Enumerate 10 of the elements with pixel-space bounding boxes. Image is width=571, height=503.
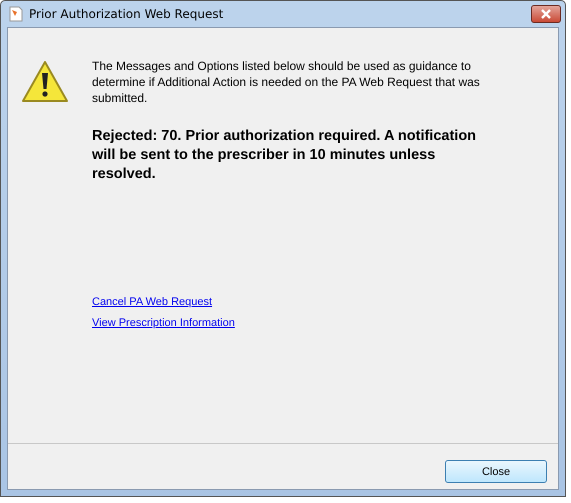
warning-icon (21, 60, 69, 104)
window-title: Prior Authorization Web Request (29, 7, 224, 21)
link[interactable]: View Prescription Information (92, 317, 235, 329)
close-button[interactable]: Close (445, 460, 547, 483)
close-button[interactable] (531, 5, 561, 23)
intro-text: The Messages and Options listed below should be used as guidance to determine if Additional Action is needed on the PA Web Request that was submitted. (92, 58, 481, 106)
document-icon (9, 6, 23, 22)
status-message: Rejected: 70. Prior authorization required. A notification will be sent to the prescriber in 10 minutes unless resolved. (92, 127, 478, 184)
close-icon (540, 9, 552, 19)
link[interactable]: Cancel PA Web Request (92, 296, 212, 308)
